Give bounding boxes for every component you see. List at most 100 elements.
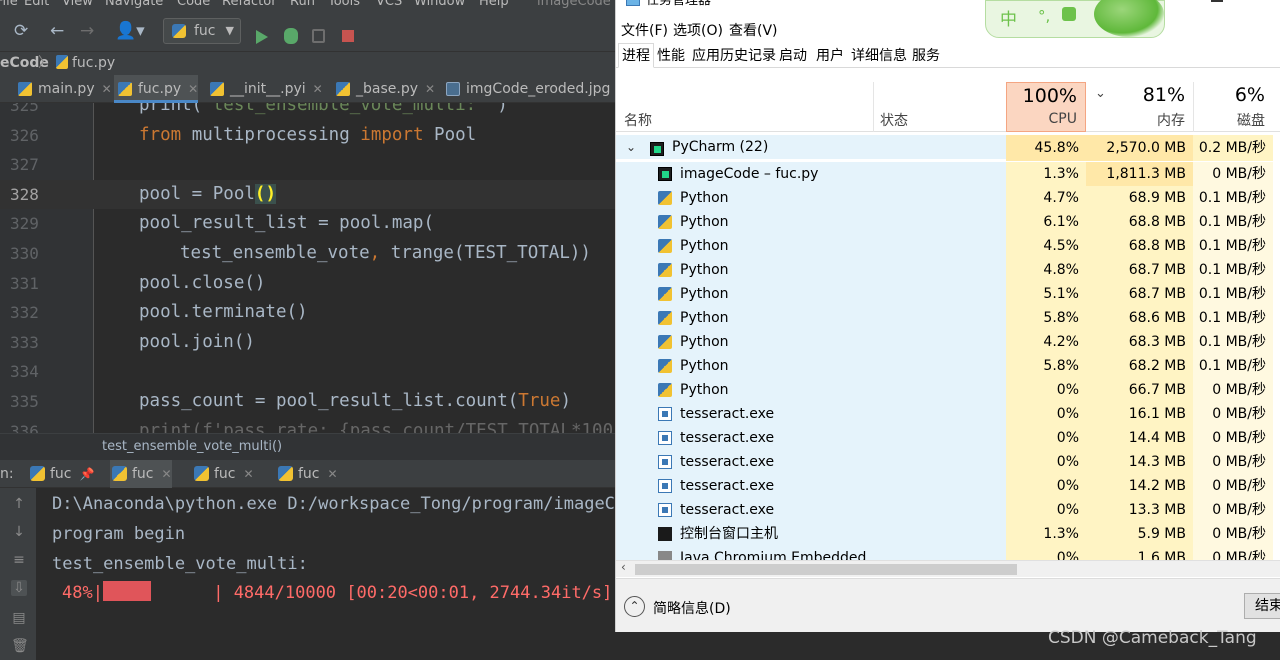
process-row[interactable]: tesseract.exe 0% 14.2 MB 0 MB/秒 xyxy=(616,474,1280,498)
code-editor[interactable]: 325 print('test_ensemble_vote_multi: ') 3… xyxy=(0,103,616,433)
tab-details[interactable]: 详细信息 xyxy=(847,43,911,68)
menu-view[interactable]: View xyxy=(62,0,93,9)
close-icon[interactable]: ✕ xyxy=(102,82,112,96)
forward-icon[interactable]: → xyxy=(80,20,94,42)
chevron-up-icon[interactable]: ⌃ xyxy=(624,596,645,617)
process-row[interactable]: Python 5.1% 68.7 MB 0.1 MB/秒 xyxy=(616,282,1280,306)
ime-mode-label[interactable]: 中 xyxy=(1000,5,1017,30)
tab-startup[interactable]: 启动 xyxy=(775,43,811,68)
column-status[interactable]: 状态 xyxy=(880,110,908,130)
run-tab-fuc[interactable]: fuc ✕ xyxy=(192,460,254,488)
menu-code[interactable]: Code xyxy=(177,0,210,9)
tab-users[interactable]: 用户 xyxy=(812,43,848,68)
fewer-details-link[interactable]: 简略信息(D) xyxy=(653,598,731,618)
process-row[interactable]: imageCode – fuc.py 1.3% 1,811.3 MB 0 MB/秒 xyxy=(616,162,1280,186)
back-icon[interactable]: ← xyxy=(50,20,64,42)
process-row[interactable]: 控制台窗口主机 1.3% 5.9 MB 0 MB/秒 xyxy=(616,522,1280,546)
close-icon[interactable]: ✕ xyxy=(162,467,172,481)
pin-icon[interactable]: 📌 xyxy=(80,467,95,481)
process-name: tesseract.exe xyxy=(680,454,775,470)
sync-icon[interactable]: ⟳ xyxy=(14,20,28,42)
process-row[interactable]: Python 5.8% 68.6 MB 0.1 MB/秒 xyxy=(616,306,1280,330)
tab-processes[interactable]: 进程 xyxy=(618,43,654,68)
close-icon[interactable]: ✕ xyxy=(328,467,338,481)
stop-icon[interactable] xyxy=(342,30,354,42)
minimize-icon[interactable] xyxy=(1211,0,1223,2)
process-name: tesseract.exe xyxy=(680,478,775,494)
ime-skin-icon[interactable] xyxy=(1062,7,1076,21)
menu-run[interactable]: Run xyxy=(290,0,315,9)
run-tab-label: fuc xyxy=(214,466,236,482)
tab-services[interactable]: 服务 xyxy=(908,43,944,68)
horizontal-scrollbar[interactable]: ‹ xyxy=(616,560,1280,577)
process-row[interactable]: Python 4.5% 68.8 MB 0.1 MB/秒 xyxy=(616,234,1280,258)
tab-base-py[interactable]: _base.py ✕ xyxy=(332,75,435,103)
tab-init-pyi[interactable]: __init__.pyi ✕ xyxy=(206,75,323,103)
tab-app-history[interactable]: 应用历史记录 xyxy=(688,43,780,68)
print-icon[interactable]: ▤ xyxy=(11,610,27,626)
menu-file[interactable]: 文件(F) xyxy=(621,20,668,40)
process-row[interactable]: Python 4.7% 68.9 MB 0.1 MB/秒 xyxy=(616,186,1280,210)
tab-performance[interactable]: 性能 xyxy=(653,43,689,68)
coverage-icon[interactable] xyxy=(312,29,325,43)
menu-edit[interactable]: Edit xyxy=(24,0,49,9)
menu-view[interactable]: 查看(V) xyxy=(729,20,778,40)
cpu-cell: 0% xyxy=(1006,426,1086,450)
process-row[interactable]: Python 4.2% 68.3 MB 0.1 MB/秒 xyxy=(616,330,1280,354)
expand-chevron-icon[interactable]: ⌄ xyxy=(626,135,636,159)
menu-navigate[interactable]: Navigate xyxy=(105,0,163,9)
menu-file[interactable]: File xyxy=(0,0,18,9)
process-row[interactable]: tesseract.exe 0% 16.1 MB 0 MB/秒 xyxy=(616,402,1280,426)
column-disk[interactable]: 6% 磁盘 xyxy=(1193,82,1273,132)
column-name[interactable]: 名称 xyxy=(624,110,652,130)
column-memory[interactable]: 81% 内存 xyxy=(1086,82,1193,132)
run-tab-fuc[interactable]: fuc ✕ xyxy=(276,460,338,488)
current-function-label[interactable]: test_ensemble_vote_multi() xyxy=(102,434,282,459)
scrollbar-thumb[interactable] xyxy=(635,564,1017,575)
run-tab-fuc-active[interactable]: fuc ✕ xyxy=(110,460,172,488)
scroll-left-icon[interactable]: ‹ xyxy=(621,560,626,574)
process-row[interactable]: tesseract.exe 0% 13.3 MB 0 MB/秒 xyxy=(616,498,1280,522)
line-number: 327 xyxy=(10,155,39,175)
run-icon[interactable] xyxy=(256,30,268,44)
trash-icon[interactable]: 🗑 xyxy=(11,638,29,654)
process-row[interactable]: Python 4.8% 68.7 MB 0.1 MB/秒 xyxy=(616,258,1280,282)
process-group-row[interactable]: ⌄ PyCharm (22) 45.8% 2,570.0 MB 0.2 MB/秒 xyxy=(616,135,1280,161)
menu-options[interactable]: 选项(O) xyxy=(673,20,723,40)
tab-fuc-py[interactable]: fuc.py ✕ xyxy=(114,75,199,103)
process-name: 控制台窗口主机 xyxy=(680,526,778,542)
menu-tools[interactable]: Tools xyxy=(328,0,360,9)
menu-window[interactable]: Window xyxy=(414,0,465,9)
scroll-to-end-icon[interactable]: ⇩ xyxy=(11,580,27,596)
arrow-down-icon[interactable]: ↓ xyxy=(11,524,27,540)
process-row[interactable]: Python 5.8% 68.2 MB 0.1 MB/秒 xyxy=(616,354,1280,378)
end-task-button[interactable]: 结束 xyxy=(1244,593,1280,619)
process-row[interactable]: Java Chromium Embedded 0% 1.6 MB 0 MB/秒 xyxy=(616,546,1280,560)
process-row[interactable]: tesseract.exe 0% 14.4 MB 0 MB/秒 xyxy=(616,426,1280,450)
process-row[interactable]: Python 6.1% 68.8 MB 0.1 MB/秒 xyxy=(616,210,1280,234)
menu-refactor[interactable]: Refactor xyxy=(222,0,277,9)
pycharm-window: File Edit View Navigate Code Refactor Ru… xyxy=(0,0,616,660)
arrow-up-icon[interactable]: ↑ xyxy=(11,496,27,512)
tab-main-py[interactable]: main.py ✕ xyxy=(14,75,112,103)
column-cpu[interactable]: 100% CPU xyxy=(1006,82,1086,132)
ime-toolbar[interactable]: 中 °, xyxy=(985,0,1165,38)
run-config-dropdown[interactable]: fuc ▼ xyxy=(163,18,241,44)
tab-imgcode-jpg[interactable]: imgCode_eroded.jpg xyxy=(442,75,610,103)
soft-wrap-icon[interactable]: ≡ xyxy=(11,552,27,568)
close-icon[interactable]: ✕ xyxy=(188,82,198,96)
menu-vcs[interactable]: VCS xyxy=(376,0,402,9)
menu-help[interactable]: Help xyxy=(479,0,509,9)
run-tab-fuc-pinned[interactable]: fuc 📌 xyxy=(28,460,94,488)
ime-punctuation-icon[interactable]: °, xyxy=(1038,7,1050,25)
debug-icon[interactable] xyxy=(284,28,298,44)
process-row[interactable]: Python 0% 66.7 MB 0 MB/秒 xyxy=(616,378,1280,402)
close-icon[interactable]: ✕ xyxy=(425,82,435,96)
line-number: 333 xyxy=(10,332,39,352)
run-console[interactable]: ↑ ↓ ≡ ⇩ ▤ 🗑 D:\Anaconda\python.exe D:/wo… xyxy=(0,488,616,660)
process-row[interactable]: tesseract.exe 0% 14.3 MB 0 MB/秒 xyxy=(616,450,1280,474)
breadcrumb-file[interactable]: fuc.py xyxy=(56,52,115,74)
close-icon[interactable]: ✕ xyxy=(313,82,323,96)
close-icon[interactable]: ✕ xyxy=(244,467,254,481)
user-icon[interactable]: 👤▾ xyxy=(115,20,145,42)
